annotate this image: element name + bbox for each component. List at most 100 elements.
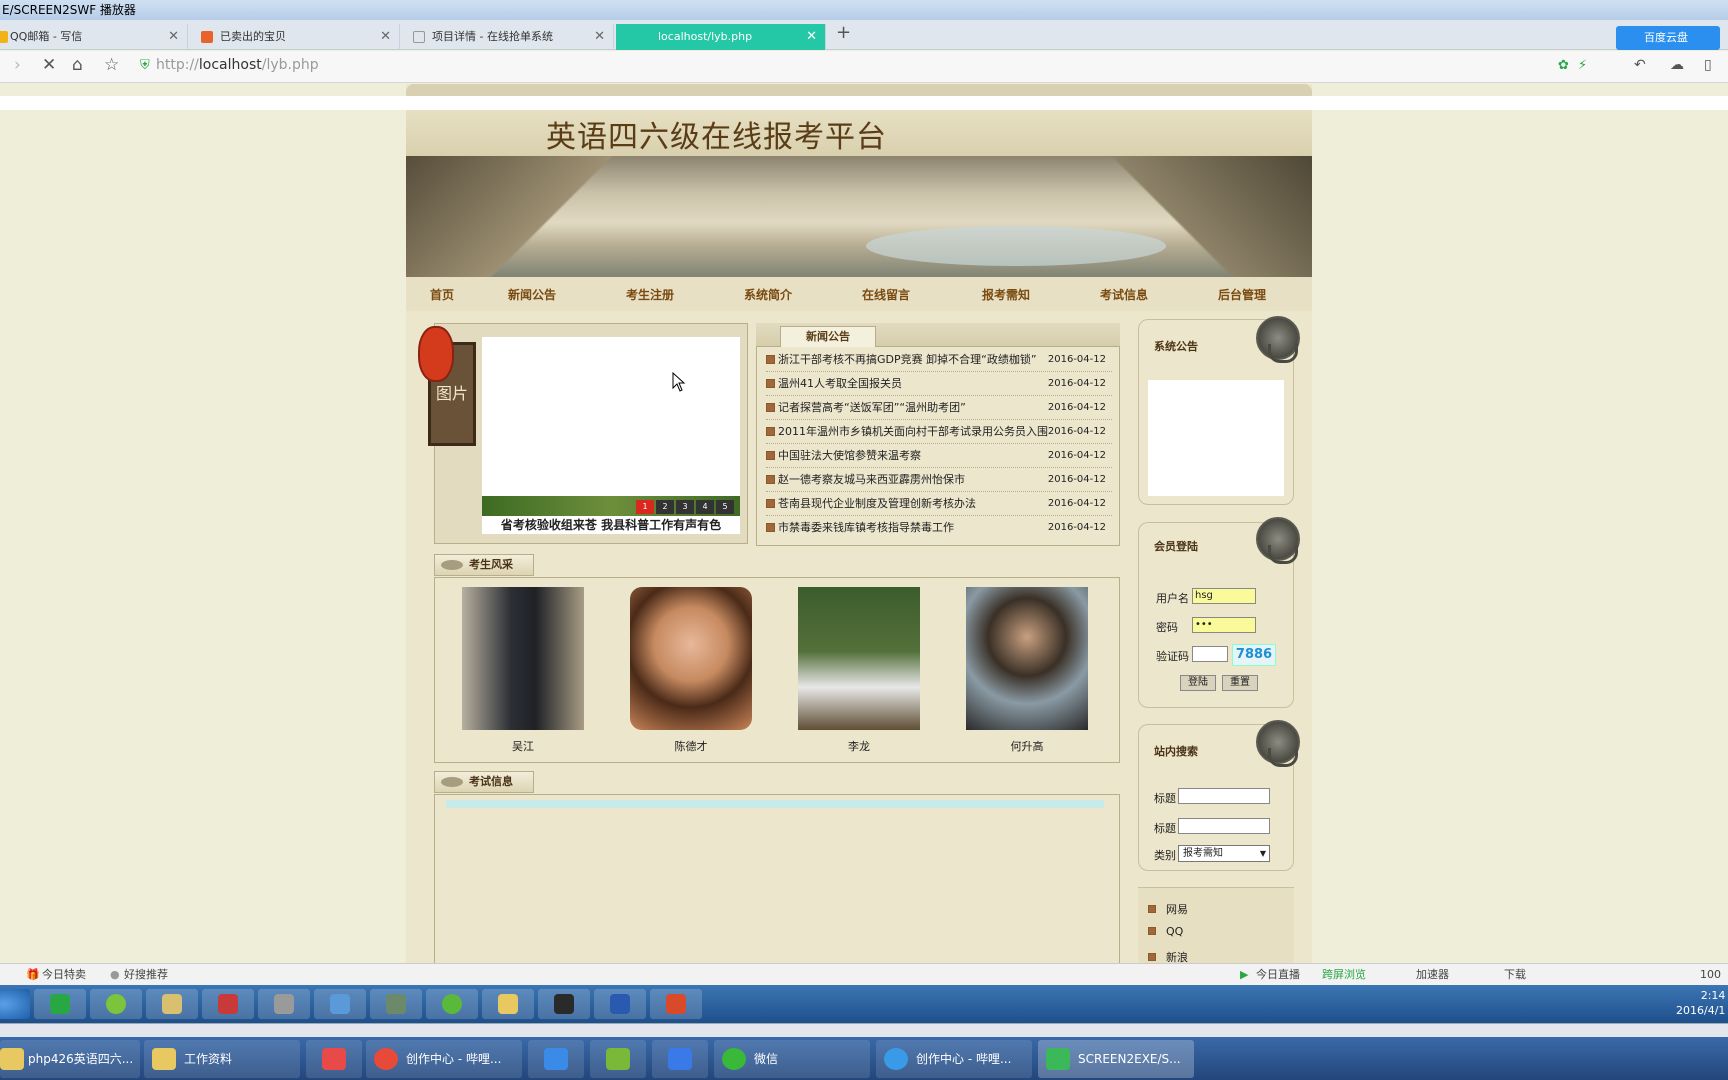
taskbar-item[interactable] — [590, 1040, 646, 1078]
news-item[interactable]: 温州41人考取全国报关员 2016-04-12 — [766, 372, 1112, 396]
stop-icon[interactable]: ✕ — [42, 55, 56, 75]
taskbar-tools-icon[interactable] — [146, 989, 198, 1019]
menu-news[interactable]: 新闻公告 — [508, 286, 556, 303]
taskbar-word-icon[interactable] — [594, 989, 646, 1019]
url-input[interactable]: http://localhost/lyb.php — [156, 57, 319, 73]
captcha-field[interactable] — [1192, 646, 1228, 662]
menu-exam-info[interactable]: 考试信息 — [1100, 286, 1148, 303]
daily-deals-link[interactable]: 今日特卖 — [42, 964, 86, 986]
slide-dot[interactable]: 4 — [696, 500, 714, 514]
live-link[interactable]: 今日直播 — [1256, 964, 1300, 986]
taskbar-item[interactable]: php426英语四六... — [0, 1040, 140, 1078]
taskbar-app-icon[interactable] — [90, 989, 142, 1019]
bookmark-star-icon[interactable]: ☆ — [104, 55, 119, 75]
menu-guestbook[interactable]: 在线留言 — [862, 286, 910, 303]
taskbar-item[interactable] — [306, 1040, 362, 1078]
menu-home[interactable]: 首页 — [430, 286, 454, 303]
news-item[interactable]: 记者探营高考“送饭军团”“温州助考团” 2016-04-12 — [766, 396, 1112, 420]
speed-mode-icon[interactable]: ⚡ — [1578, 58, 1587, 73]
news-item[interactable]: 中国驻法大使馆参赞来温考察 2016-04-12 — [766, 444, 1112, 468]
menu-about[interactable]: 系统简介 — [744, 286, 792, 303]
taobao-icon — [201, 31, 213, 43]
slide-caption[interactable]: 省考核验收组来苍 我县科普工作有声有色 — [482, 516, 740, 534]
close-tab-icon[interactable]: ✕ — [168, 24, 179, 50]
reset-button[interactable]: 重置 — [1222, 675, 1258, 691]
login-button[interactable]: 登陆 — [1180, 675, 1216, 691]
accelerator-link[interactable]: 加速器 — [1416, 964, 1449, 986]
taskbar-folder-icon[interactable] — [482, 989, 534, 1019]
link-item[interactable]: 网易 — [1148, 901, 1188, 917]
slide-dot[interactable]: 1 — [636, 500, 654, 514]
close-tab-icon[interactable]: ✕ — [594, 24, 605, 50]
news-item[interactable]: 2011年温州市乡镇机关面向村干部考试录用公务员入围 2016-04-12 — [766, 420, 1112, 444]
category-select[interactable]: 报考需知 — [1178, 845, 1270, 862]
student-photo[interactable] — [630, 587, 752, 730]
taskbar-app-icon[interactable] — [314, 989, 366, 1019]
close-tab-icon[interactable]: ✕ — [806, 24, 817, 50]
taskbar-item[interactable]: 工作资料 — [144, 1040, 300, 1078]
captcha-image[interactable]: 7886 — [1232, 644, 1276, 666]
cloud-button[interactable]: 百度云盘 — [1616, 26, 1720, 50]
taskbar-app-icon[interactable] — [538, 989, 590, 1019]
cloud-sync-icon[interactable]: ☁ — [1670, 57, 1684, 73]
menu-admin[interactable]: 后台管理 — [1218, 286, 1266, 303]
taskbar-app-icon[interactable] — [370, 989, 422, 1019]
search-title-input[interactable] — [1178, 788, 1270, 804]
forward-icon[interactable]: › — [14, 55, 21, 75]
cross-screen-link[interactable]: 跨屏浏览 — [1322, 964, 1366, 986]
taskbar-item[interactable]: SCREEN2EXE/S... — [1038, 1040, 1194, 1078]
student-photo[interactable] — [798, 587, 920, 730]
news-item[interactable]: 市禁毒委来钱库镇考核指导禁毒工作 2016-04-12 — [766, 516, 1112, 540]
menu-register[interactable]: 考生注册 — [626, 286, 674, 303]
zoom-level[interactable]: 100 — [1700, 964, 1721, 986]
news-tab[interactable]: 新闻公告 — [780, 326, 876, 347]
tab-localhost[interactable]: localhost/lyb.php ✕ — [616, 24, 826, 50]
download-link[interactable]: 下载 — [1504, 964, 1526, 986]
bullet-icon — [766, 499, 775, 508]
news-item[interactable]: 赵一德考察友城马来西亚霹雳州怡保市 2016-04-12 — [766, 468, 1112, 492]
student-name: 李龙 — [848, 740, 870, 753]
taskbar-app-icon[interactable] — [650, 989, 702, 1019]
taskbar-app-icon[interactable] — [258, 989, 310, 1019]
student-photo[interactable] — [462, 587, 584, 730]
clock[interactable]: 2:14 2016/4/1 — [1676, 988, 1725, 1018]
search-title-label: 标题 — [1154, 792, 1176, 805]
student-photo[interactable] — [966, 587, 1088, 730]
phone-icon[interactable]: ▯ — [1704, 57, 1712, 73]
student-name: 吴江 — [512, 740, 534, 753]
taskbar-item[interactable]: 创作中心 - 哔哩... — [366, 1040, 522, 1078]
menu-exam-notice[interactable]: 报考需知 — [982, 286, 1030, 303]
news-item[interactable]: 苍南县现代企业制度及管理创新考核办法 2016-04-12 — [766, 492, 1112, 516]
extension-icon[interactable]: ✿ — [1558, 58, 1569, 73]
dot-icon: ● — [110, 968, 120, 981]
taskbar-app-icon[interactable] — [426, 989, 478, 1019]
undo-icon[interactable]: ↶ — [1634, 57, 1646, 73]
address-bar: › ✕ ⌂ ☆ ⛨ http://localhost/lyb.php ✿ ⚡ ↶… — [0, 51, 1728, 83]
username-field[interactable]: hsg — [1192, 588, 1256, 604]
recommend-link[interactable]: 好搜推荐 — [124, 964, 168, 986]
taskbar-app-icon[interactable] — [202, 989, 254, 1019]
taskbar-item[interactable]: 创作中心 - 哔哩... — [876, 1040, 1032, 1078]
news-item[interactable]: 浙江干部考核不再搞GDP竞赛 卸掉不合理“政绩枷锁” 2016-04-12 — [766, 348, 1112, 372]
password-field[interactable]: ••• — [1192, 617, 1256, 633]
door-knocker-icon — [1256, 316, 1300, 363]
tab-sold-items[interactable]: 已卖出的宝贝 ✕ — [196, 24, 400, 50]
slide-dot[interactable]: 5 — [716, 500, 734, 514]
taskbar-item[interactable]: 微信 — [714, 1040, 870, 1078]
slide-image[interactable] — [482, 337, 740, 497]
notice-title: 系统公告 — [1154, 340, 1198, 353]
search-keyword-input[interactable] — [1178, 818, 1270, 834]
new-tab-button[interactable]: + — [836, 22, 851, 43]
start-button[interactable] — [0, 989, 30, 1019]
slide-dot[interactable]: 3 — [676, 500, 694, 514]
tab-project-detail[interactable]: 项目详情 - 在线抢单系统 ✕ — [408, 24, 614, 50]
slide-dot[interactable]: 2 — [656, 500, 674, 514]
taskbar-item[interactable] — [652, 1040, 708, 1078]
taskbar-ie-icon[interactable] — [34, 989, 86, 1019]
search-title: 站内搜索 — [1154, 745, 1198, 758]
taskbar-item[interactable] — [528, 1040, 584, 1078]
home-icon[interactable]: ⌂ — [72, 55, 83, 75]
link-item[interactable]: QQ — [1148, 925, 1183, 938]
close-tab-icon[interactable]: ✕ — [380, 24, 391, 50]
tab-qq-mail[interactable]: QQ邮箱 - 写信 ✕ — [0, 24, 188, 50]
